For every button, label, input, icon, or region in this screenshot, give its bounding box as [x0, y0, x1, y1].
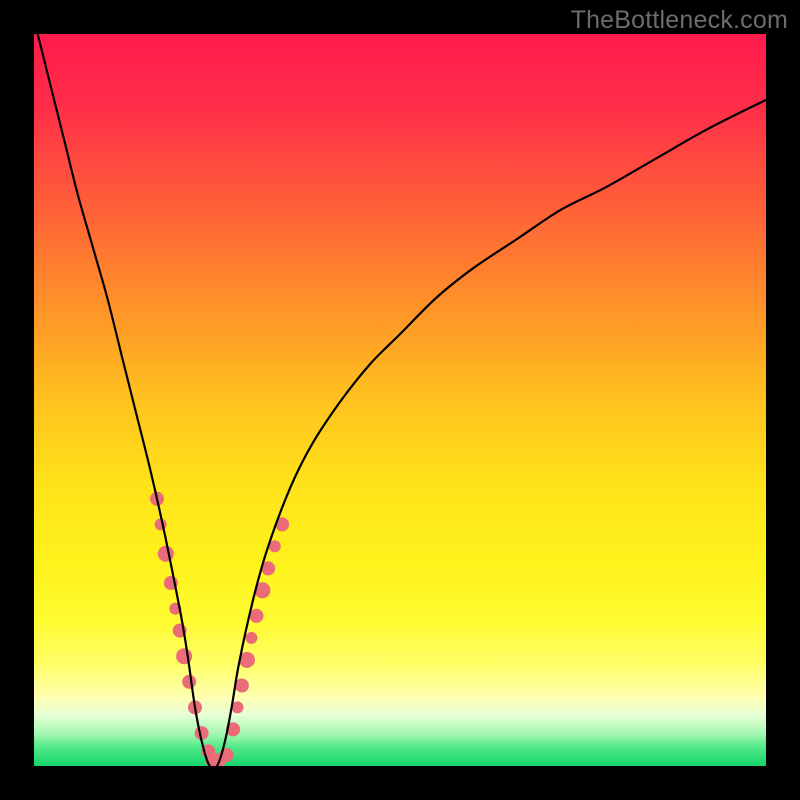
data-point [182, 675, 196, 689]
chart-svg [34, 34, 766, 766]
data-point-dots [150, 492, 289, 766]
bottleneck-curve [34, 34, 766, 766]
data-point [245, 632, 257, 644]
data-point [176, 648, 192, 664]
data-point [158, 546, 174, 562]
data-point [250, 609, 264, 623]
data-point [155, 518, 167, 530]
watermark-text: TheBottleneck.com [571, 6, 788, 35]
chart-frame [34, 34, 766, 766]
